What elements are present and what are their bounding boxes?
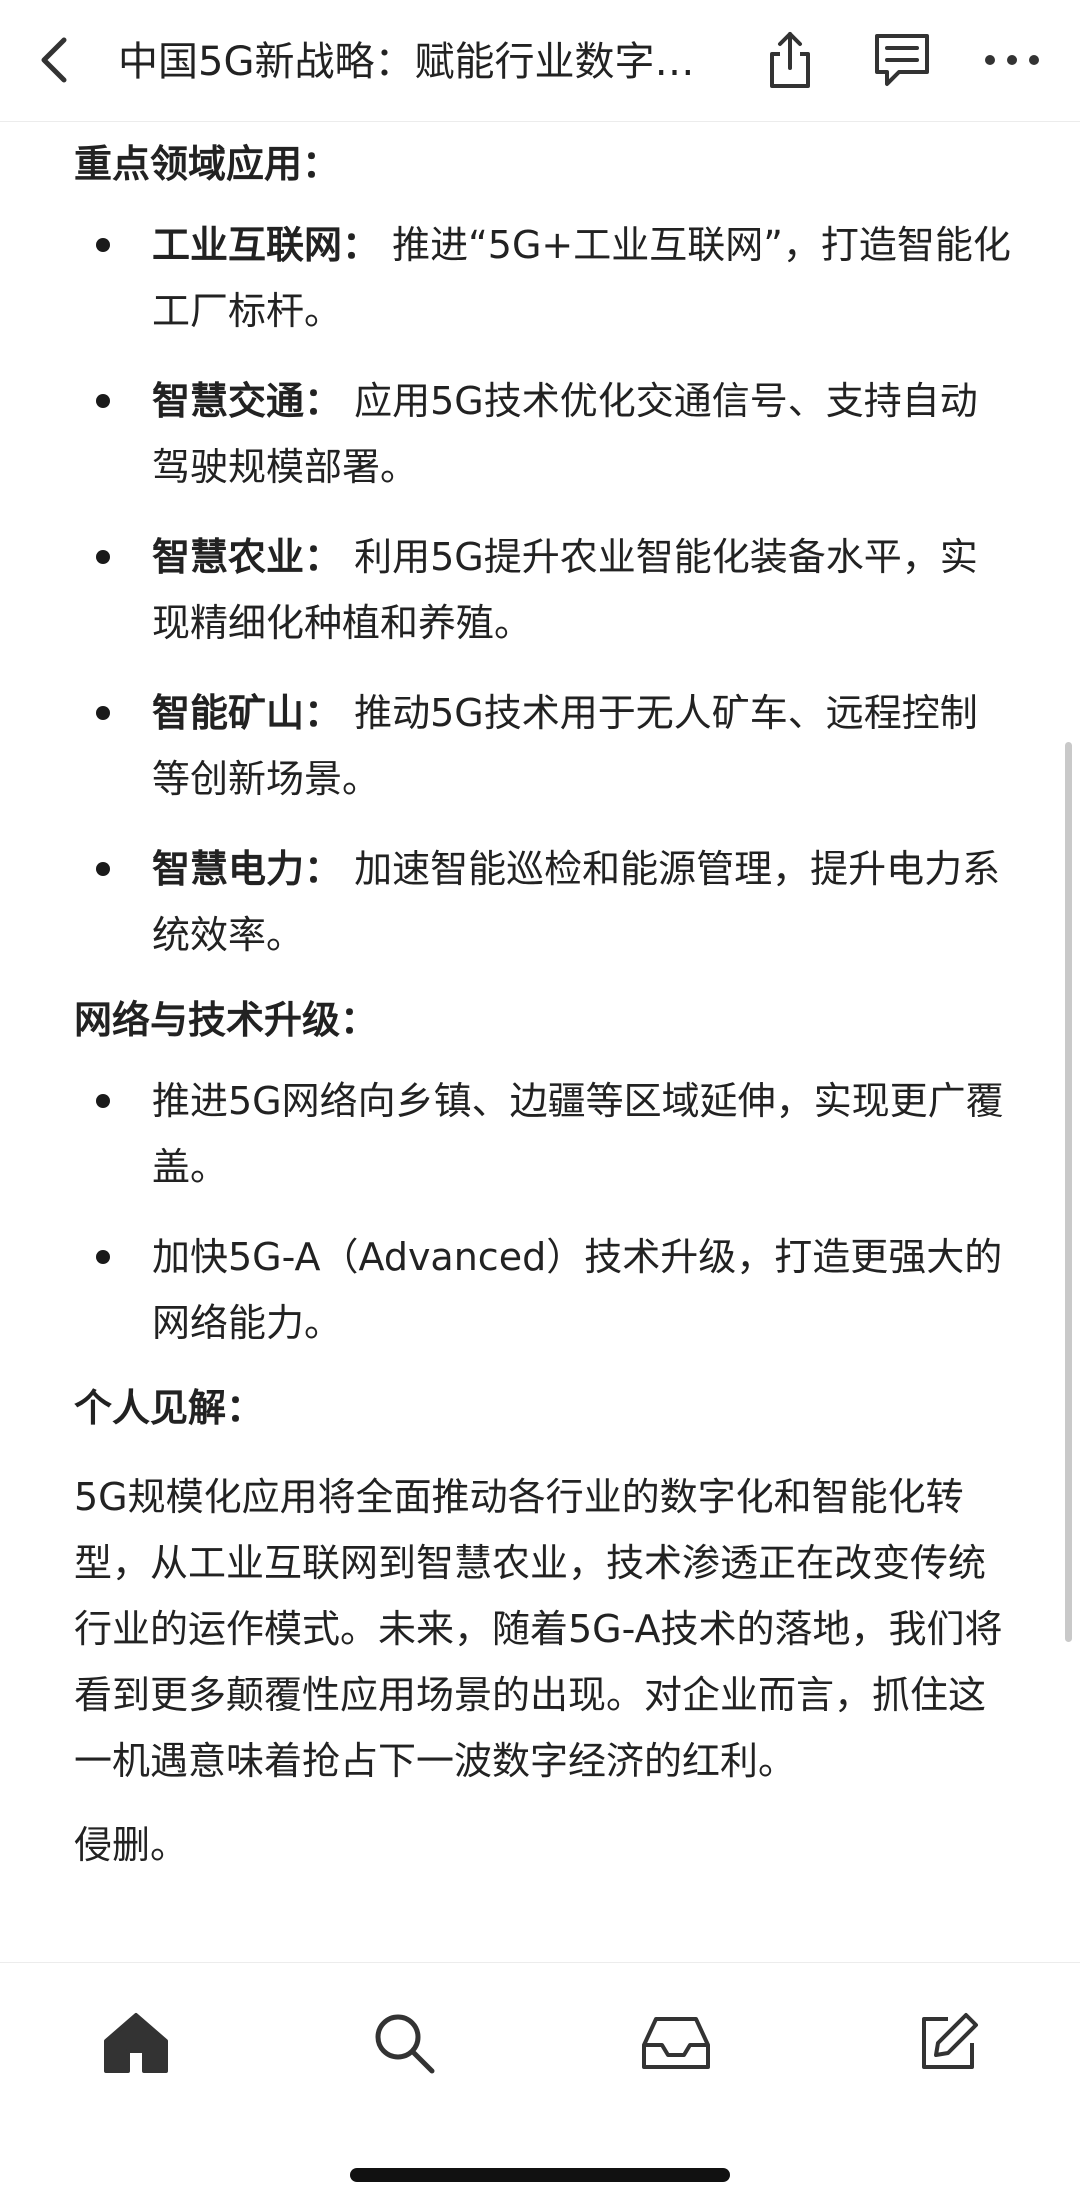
item-label: 智慧电力： [152,847,343,891]
tab-inbox[interactable] [636,2003,716,2083]
page-title: 中国5G新战略：赋能行业数字… [118,39,695,85]
inbox-icon [642,2017,710,2069]
bullet-dot [96,550,110,564]
home-icon [104,2013,168,2073]
more-icon [985,55,1039,65]
back-button[interactable] [28,28,84,92]
top-nav-bar: 中国5G新战略：赋能行业数字… [0,0,1080,122]
comment-icon [875,34,929,86]
bullet-dot [96,394,110,408]
tab-search[interactable] [364,2003,444,2083]
item-label: 智慧农业： [152,535,343,579]
home-indicator[interactable] [350,2168,730,2182]
section-heading-opinion: 个人见解： [74,1386,265,1430]
comment-button[interactable] [866,24,938,96]
disclaimer-text: 侵删。 [74,1823,189,1867]
chevron-left-icon [41,37,67,83]
bullet-dot [96,862,110,876]
article-content: 重点领域应用： 工业互联网： 推进“5G+工业互联网”，打造智能化工厂标杆。 智… [0,122,1080,1962]
applications-list: 工业互联网： 推进“5G+工业互联网”，打造智能化工厂标杆。 智慧交通： 应用5… [74,212,1014,968]
item-label: 智慧交通： [152,379,343,423]
share-button[interactable] [754,24,826,96]
list-item: 工业互联网： 推进“5G+工业互联网”，打造智能化工厂标杆。 [74,212,1014,344]
app-screen: 中国5G新战略：赋能行业数字… 重点领域应用： 工业互联网： 推进“5G+工业互… [0,0,1080,2207]
bullet-dot [96,1250,110,1264]
share-icon [770,32,810,88]
list-item: 加快5G-A（Advanced）技术升级，打造更强大的网络能力。 [74,1224,1014,1356]
bullet-dot [96,238,110,252]
tab-compose[interactable] [908,2003,988,2083]
item-label: 智能矿山： [152,691,343,735]
item-text: 加快5G-A（Advanced）技术升级，打造更强大的网络能力。 [152,1235,1003,1345]
bullet-dot [96,1094,110,1108]
more-button[interactable] [976,24,1048,96]
item-label: 工业互联网： [152,223,381,267]
opinion-paragraph: 5G规模化应用将全面推动各行业的数字化和智能化转型，从工业互联网到智慧农业，技术… [74,1475,1003,1783]
section-heading-network: 网络与技术升级： [74,998,379,1042]
compose-icon [922,2013,978,2069]
list-item: 智慧交通： 应用5G技术优化交通信号、支持自动驾驶规模部署。 [74,368,1014,500]
list-item: 推进5G网络向乡镇、边疆等区域延伸，实现更广覆盖。 [74,1068,1014,1200]
scrollbar[interactable] [1065,742,1072,1642]
network-list: 推进5G网络向乡镇、边疆等区域延伸，实现更广覆盖。 加快5G-A（Advance… [74,1068,1014,1356]
tab-home[interactable] [96,2003,176,2083]
bullet-dot [96,706,110,720]
search-icon [375,2014,435,2074]
section-heading-applications: 重点领域应用： [74,142,341,186]
list-item: 智能矿山： 推动5G技术用于无人矿车、远程控制等创新场景。 [74,680,1014,812]
item-text: 推进5G网络向乡镇、边疆等区域延伸，实现更广覆盖。 [152,1079,1004,1189]
list-item: 智慧农业： 利用5G提升农业智能化装备水平，实现精细化种植和养殖。 [74,524,1014,656]
list-item: 智慧电力： 加速智能巡检和能源管理，提升电力系统效率。 [74,836,1014,968]
